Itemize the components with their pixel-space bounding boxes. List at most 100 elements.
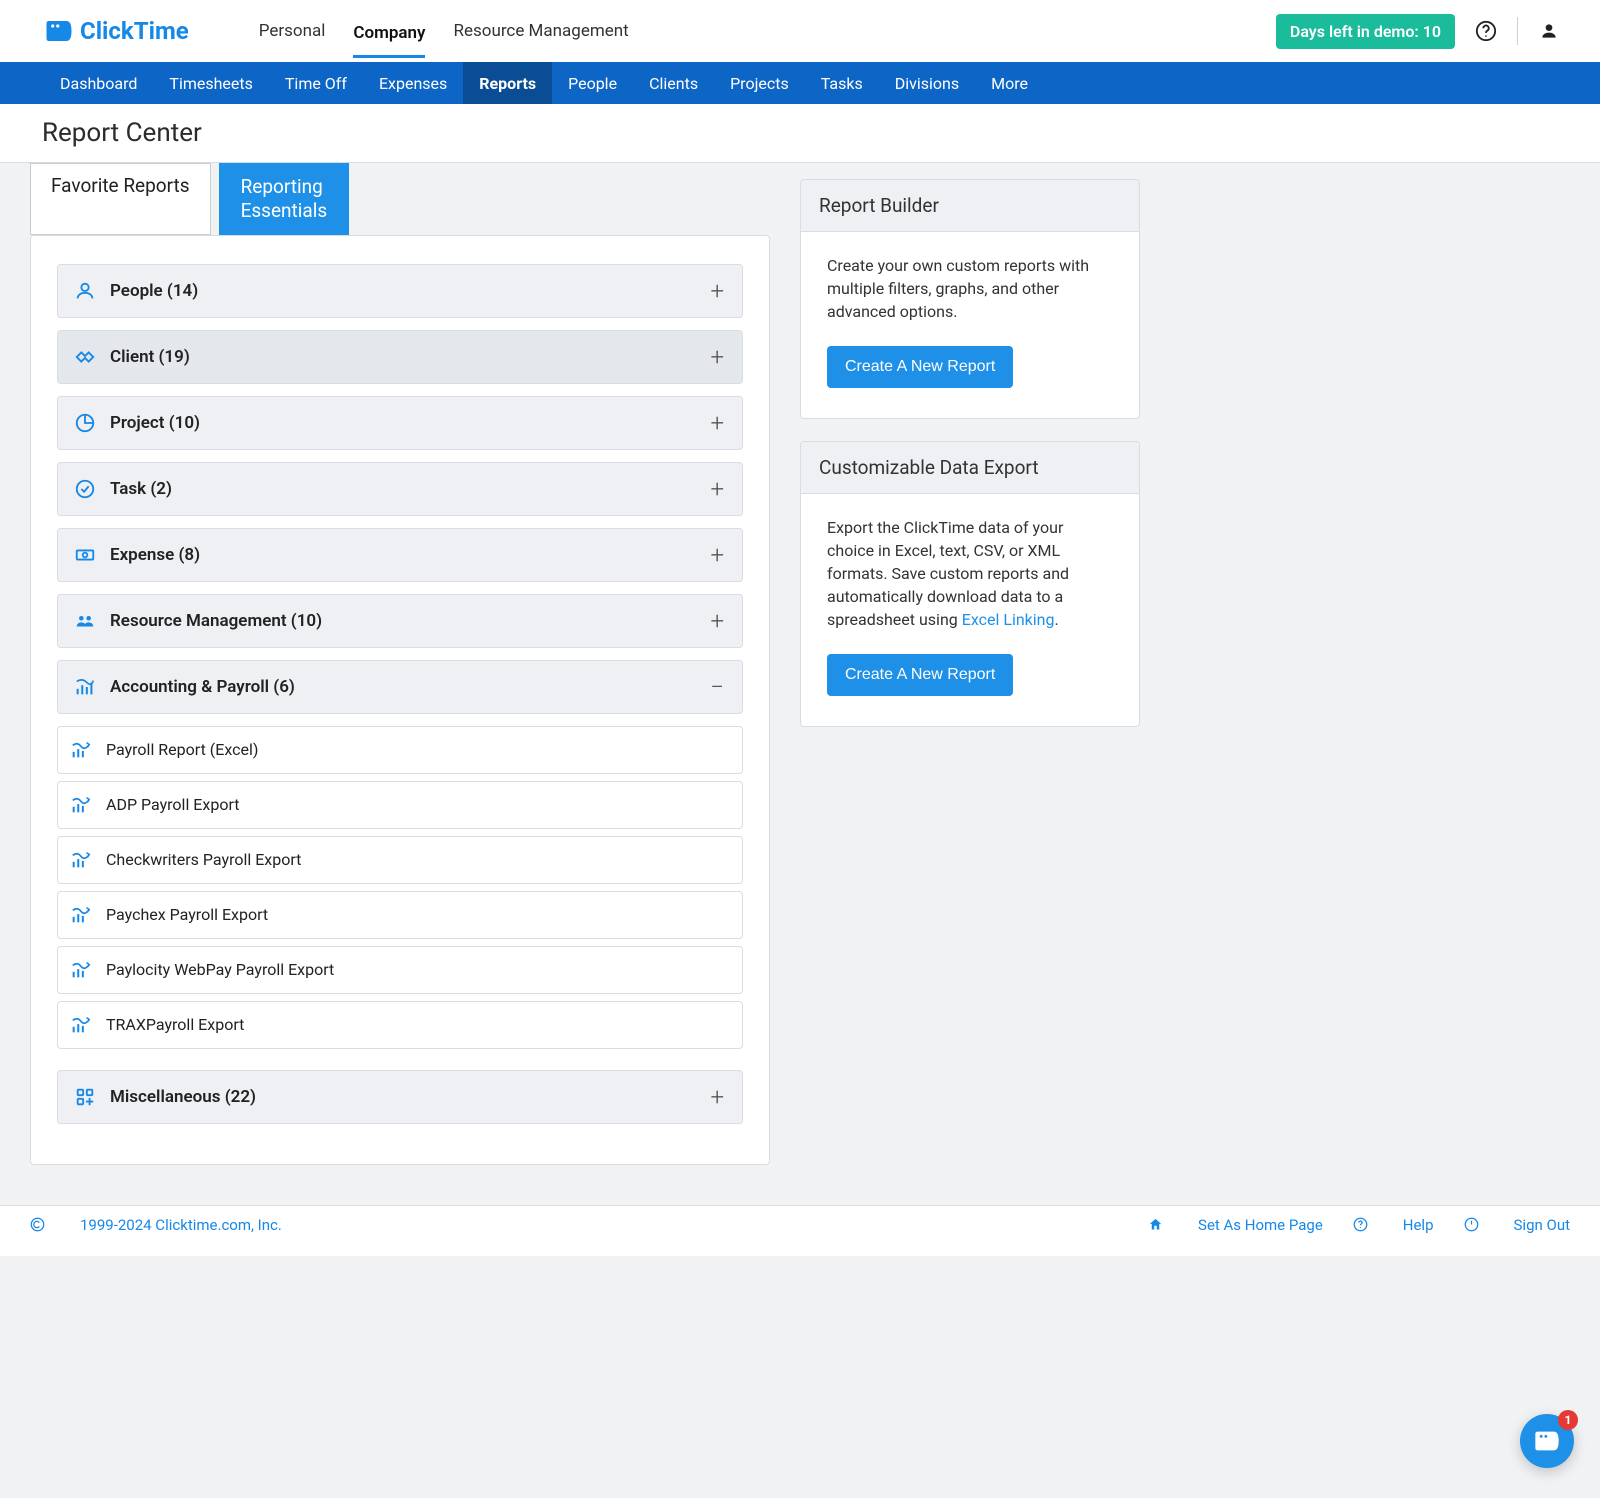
category-task[interactable]: Task (2) + [57,462,743,516]
report-item[interactable]: Paychex Payroll Export [57,891,743,939]
nav-time-off[interactable]: Time Off [269,62,363,104]
brand-name: ClickTime [80,17,189,45]
nav-expenses[interactable]: Expenses [363,62,463,104]
nav-divisions[interactable]: Divisions [879,62,975,104]
expand-icon: + [710,277,724,305]
report-icon [70,739,92,761]
category-project[interactable]: Project (10) + [57,396,743,450]
excel-linking-link[interactable]: Excel Linking [962,610,1055,629]
barschart-icon [74,676,96,698]
category-expense[interactable]: Expense (8) + [57,528,743,582]
category-label: People (14) [110,281,696,301]
signout-icon [1464,1217,1479,1232]
nav-tasks[interactable]: Tasks [805,62,879,104]
demo-days-badge[interactable]: Days left in demo: 10 [1276,14,1455,49]
left-column: Favorite ReportsReporting Essentials Peo… [30,163,770,1165]
report-label: ADP Payroll Export [106,795,240,814]
help-footer-icon [1353,1217,1368,1232]
nav-projects[interactable]: Projects [714,62,805,104]
report-item[interactable]: Paylocity WebPay Payroll Export [57,946,743,994]
topnav: PersonalCompanyResource Management [259,15,1276,47]
category-label: Accounting & Payroll (6) [110,677,696,697]
handshake-icon [74,346,96,368]
check-icon [74,478,96,500]
report-label: TRAXPayroll Export [106,1015,244,1034]
category-label: Task (2) [110,479,696,499]
topbar: ClickTime PersonalCompanyResource Manage… [0,0,1600,62]
topnav-company[interactable]: Company [353,17,425,58]
help-link[interactable]: Help [1353,1216,1434,1234]
data-export-desc: Export the ClickTime data of your choice… [827,516,1113,632]
expand-icon: + [710,343,724,371]
brand-logo[interactable]: ClickTime [44,16,189,46]
report-item[interactable]: Checkwriters Payroll Export [57,836,743,884]
category-label: Client (19) [110,347,696,367]
topbar-right: Days left in demo: 10 [1276,14,1560,49]
report-builder-desc: Create your own custom reports with mult… [827,254,1113,324]
nav-timesheets[interactable]: Timesheets [153,62,268,104]
topnav-resource-management[interactable]: Resource Management [453,15,628,47]
nav-reports[interactable]: Reports [463,62,552,104]
category-label: Expense (8) [110,545,696,565]
copyright-icon [30,1217,45,1232]
category-people[interactable]: People (14) + [57,264,743,318]
topnav-personal[interactable]: Personal [259,15,326,47]
report-icon [70,959,92,981]
report-label: Paylocity WebPay Payroll Export [106,960,334,979]
nav-clients[interactable]: Clients [633,62,714,104]
chat-badge: 1 [1558,1410,1578,1430]
expand-icon: + [710,475,724,503]
report-label: Checkwriters Payroll Export [106,850,301,869]
signout-link[interactable]: Sign Out [1464,1216,1570,1234]
page-title: Report Center [0,104,1600,163]
create-report-button[interactable]: Create A New Report [827,346,1013,388]
category-miscellaneous[interactable]: Miscellaneous (22) + [57,1070,743,1124]
nav-dashboard[interactable]: Dashboard [44,62,153,104]
category-client[interactable]: Client (19) + [57,330,743,384]
data-export-card: Customizable Data Export Export the Clic… [800,441,1140,727]
chat-button[interactable]: 1 [1520,1414,1574,1468]
piechart-icon [74,412,96,434]
report-icon [70,1014,92,1036]
home-icon [1148,1217,1163,1232]
report-item[interactable]: TRAXPayroll Export [57,1001,743,1049]
team-icon [74,610,96,632]
expand-icon: + [710,409,724,437]
report-item[interactable]: Payroll Report (Excel) [57,726,743,774]
report-tabs: Favorite ReportsReporting Essentials [30,163,770,235]
chat-icon [1533,1427,1561,1455]
footer: 1999-2024 Clicktime.com, Inc. Set As Hom… [0,1205,1600,1256]
report-label: Payroll Report (Excel) [106,740,258,759]
money-icon [74,544,96,566]
category-label: Project (10) [110,413,696,433]
tab-favorite-reports[interactable]: Favorite Reports [30,163,211,235]
tab-reporting[interactable]: Reporting Essentials [219,163,350,235]
right-column: Report Builder Create your own custom re… [800,163,1140,727]
user-icon[interactable] [1538,20,1560,42]
categories-panel: People (14)+Client (19)+Project (10)+Tas… [30,235,770,1165]
set-home-link[interactable]: Set As Home Page [1148,1216,1323,1234]
category-accounting[interactable]: Accounting & Payroll (6)− [57,660,743,714]
data-export-title: Customizable Data Export [801,442,1139,494]
report-label: Paychex Payroll Export [106,905,268,924]
clicktime-logo-icon [44,16,74,46]
collapse-icon: − [710,673,724,701]
report-builder-card: Report Builder Create your own custom re… [800,179,1140,419]
nav-people[interactable]: People [552,62,633,104]
help-icon[interactable] [1475,20,1497,42]
category-resource[interactable]: Resource Management (10) + [57,594,743,648]
copyright: 1999-2024 Clicktime.com, Inc. [30,1216,282,1234]
report-icon [70,904,92,926]
report-item[interactable]: ADP Payroll Export [57,781,743,829]
person-icon [74,280,96,302]
nav-more[interactable]: More [975,62,1044,104]
expand-icon: + [710,607,724,635]
expand-icon: + [710,1083,724,1111]
report-icon [70,794,92,816]
category-label: Miscellaneous (22) [110,1087,696,1107]
create-export-button[interactable]: Create A New Report [827,654,1013,696]
category-label: Resource Management (10) [110,611,696,631]
divider [1517,17,1518,45]
main-nav: DashboardTimesheetsTime OffExpensesRepor… [0,62,1600,104]
expand-icon: + [710,541,724,569]
